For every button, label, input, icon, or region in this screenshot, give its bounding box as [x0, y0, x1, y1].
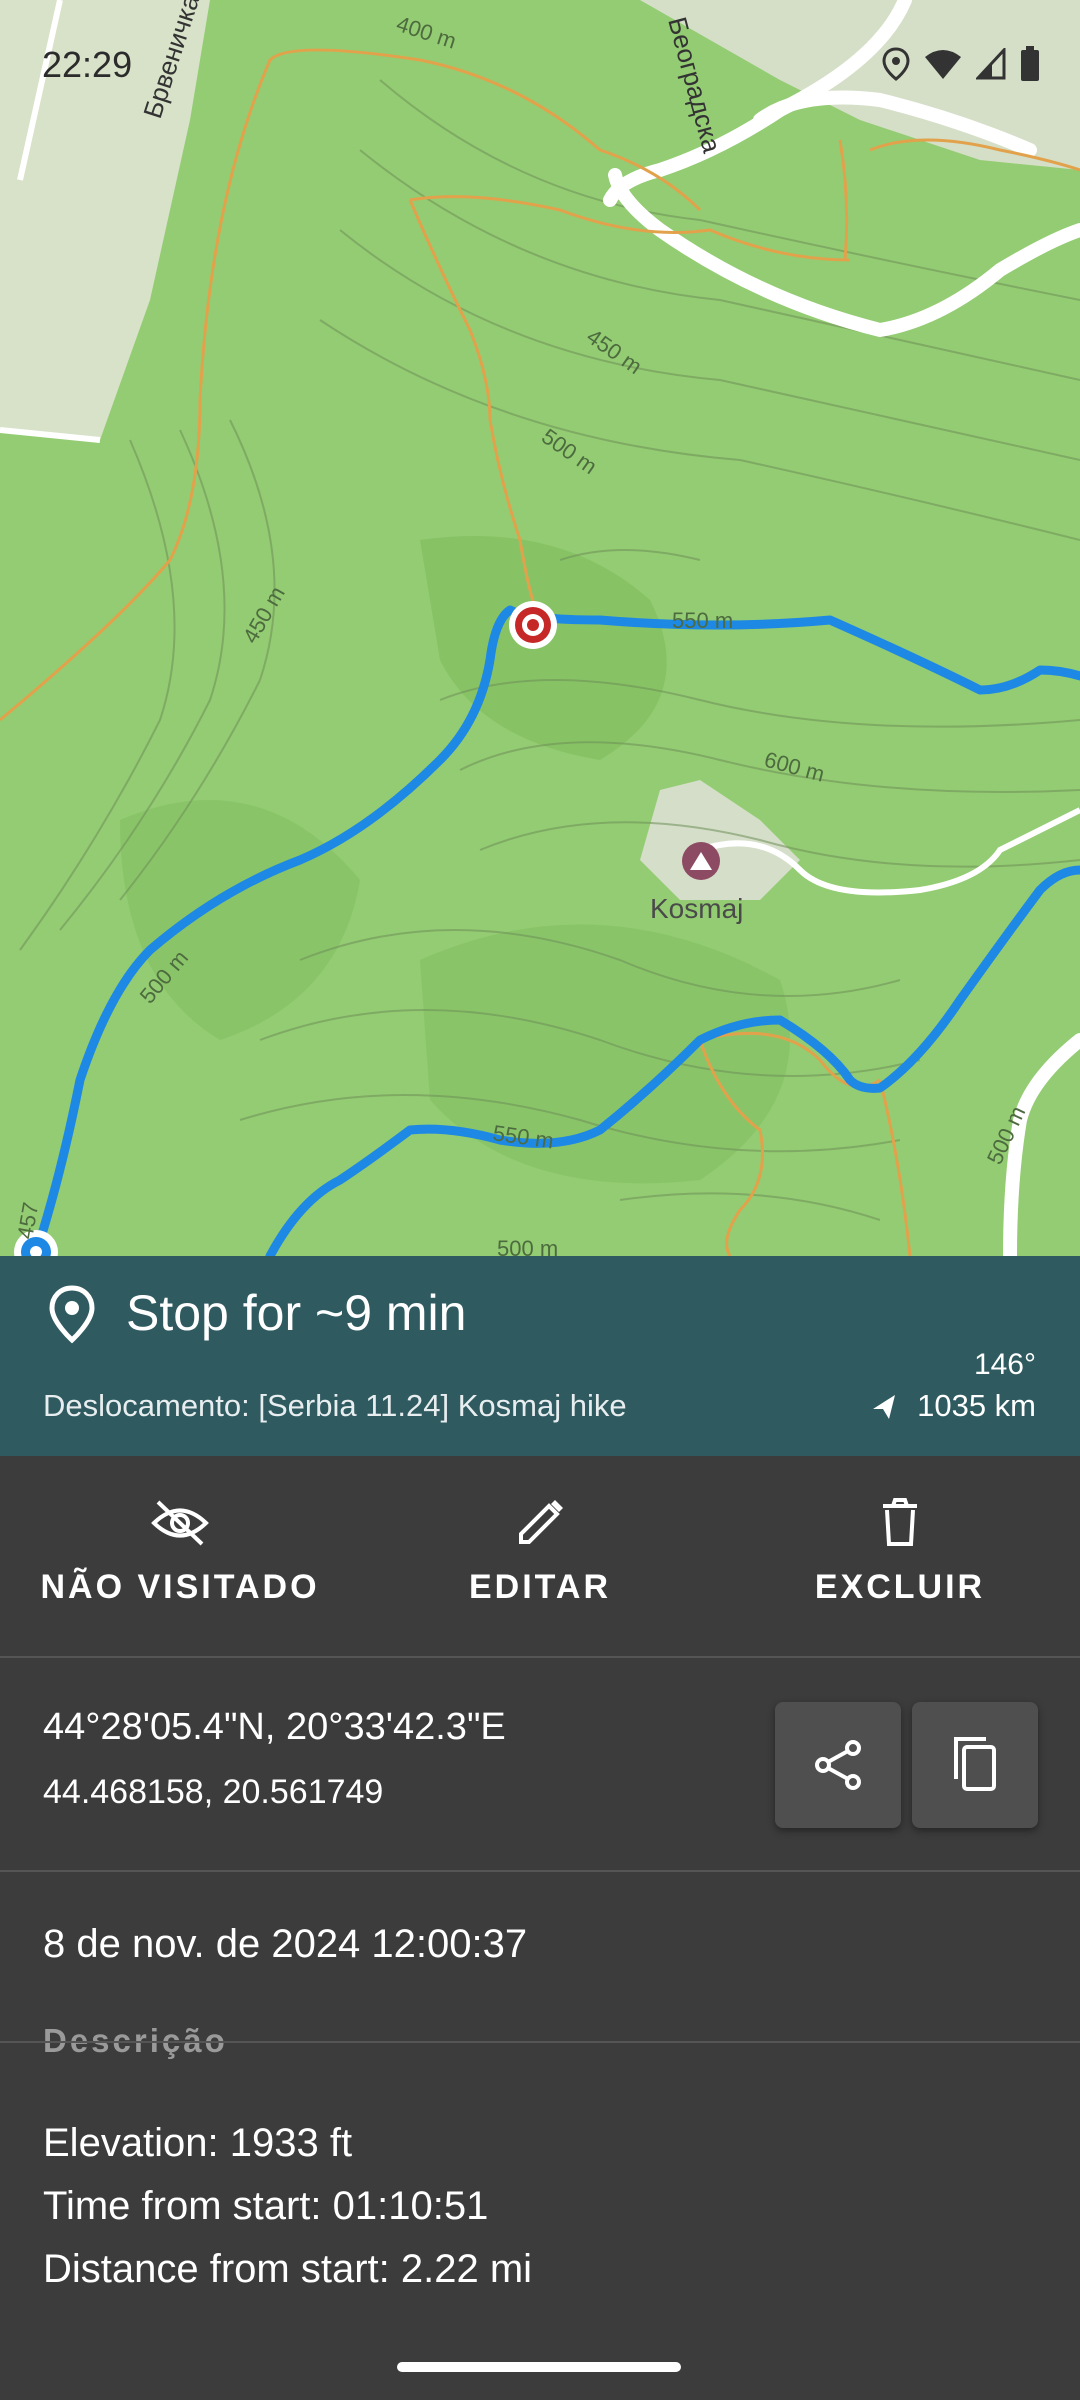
point-header: Stop for ~9 min Deslocamento: [Serbia 11…	[0, 1256, 1080, 1456]
not-visited-label: NÃO VISITADO	[40, 1568, 320, 1606]
description-text: Elevation: 1933 ft Time from start: 01:1…	[43, 2112, 532, 2301]
topo-map[interactable]: 400 m 450 m 500 m 450 m 550 m 600 m 500 …	[0, 0, 1080, 1256]
distance-readout: 1035 km	[871, 1388, 1036, 1424]
divider	[0, 1870, 1080, 1872]
coordinates-dms: 44°28'05.4"N, 20°33'42.3"E	[43, 1706, 506, 1748]
status-icons	[882, 46, 1040, 82]
pencil-icon	[519, 1500, 563, 1544]
contour-label: 500 m	[497, 1236, 558, 1256]
edit-button[interactable]: EDITAR	[360, 1456, 720, 1656]
peak-name-label: Kosmaj	[650, 893, 743, 924]
wifi-icon	[925, 50, 961, 79]
location-status-icon	[882, 47, 910, 81]
not-visited-button[interactable]: NÃO VISITADO	[0, 1456, 360, 1656]
action-bar: NÃO VISITADO EDITAR EXCLUIR	[0, 1456, 1080, 1656]
description-line: Time from start: 01:10:51	[43, 2184, 489, 2228]
distance-value: 1035 km	[917, 1388, 1036, 1423]
copy-icon	[954, 1737, 996, 1791]
divider	[0, 1656, 1080, 1658]
direction-arrow-icon	[873, 1395, 896, 1419]
delete-label: EXCLUIR	[814, 1568, 986, 1606]
point-title: Stop for ~9 min	[126, 1285, 467, 1341]
bearing-value: 146°	[973, 1348, 1036, 1381]
status-time: 22:29	[42, 44, 133, 85]
location-pin-icon	[49, 1285, 95, 1344]
copy-button[interactable]	[912, 1702, 1038, 1828]
battery-icon	[1021, 46, 1039, 81]
share-icon	[815, 1740, 861, 1790]
signal-icon	[976, 48, 1006, 80]
timestamp: 8 de nov. de 2024 12:00:37	[43, 1922, 528, 1966]
peak-marker[interactable]	[682, 842, 720, 880]
description-line: Elevation: 1933 ft	[43, 2121, 353, 2165]
coordinates-decimal: 44.468158, 20.561749	[43, 1773, 384, 1811]
delete-button[interactable]: EXCLUIR	[720, 1456, 1080, 1656]
share-button[interactable]	[775, 1702, 901, 1828]
edit-label: EDITAR	[468, 1568, 612, 1606]
trash-icon	[883, 1498, 917, 1546]
eye-off-icon	[151, 1500, 209, 1546]
coordinates-block: 44°28'05.4"N, 20°33'42.3"E 44.468158, 20…	[43, 1706, 506, 1812]
description-line: Distance from start: 2.22 mi	[43, 2247, 533, 2291]
status-bar: 22:29	[0, 0, 1080, 120]
divider	[0, 2041, 1080, 2043]
track-name: Deslocamento: [Serbia 11.24] Kosmaj hike	[43, 1388, 627, 1423]
waypoint-marker[interactable]	[509, 601, 557, 649]
contour-label: 550 m	[672, 608, 733, 633]
map-view[interactable]: 400 m 450 m 500 m 450 m 550 m 600 m 500 …	[0, 0, 1080, 1256]
gesture-nav-bar[interactable]	[397, 2362, 681, 2372]
